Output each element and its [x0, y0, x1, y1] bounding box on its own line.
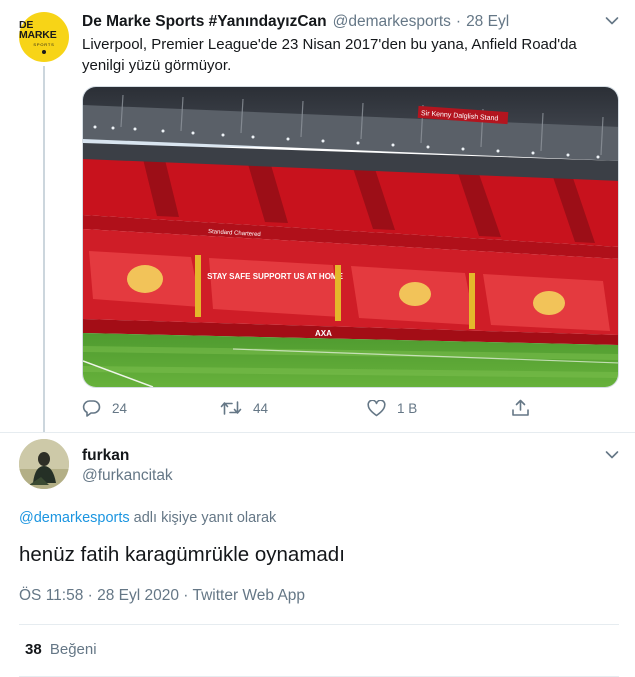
reply-timestamp[interactable]: ÖS 11:58 · 28 Eyl 2020 · Twitter Web App — [19, 587, 305, 605]
share-icon — [511, 399, 541, 417]
replying-to: @demarkesports adlı kişiye yanıt olarak — [19, 510, 276, 526]
retweet-icon — [220, 400, 253, 416]
chevron-down-icon[interactable] — [605, 16, 619, 26]
author-avatar[interactable]: DE MARKE SPORTS — [19, 12, 69, 62]
likes-stat[interactable]: 38 Beğeni — [25, 641, 97, 658]
avatar-logo-text: DE MARKE — [19, 19, 57, 41]
reply-author-name[interactable]: furkan — [82, 447, 129, 465]
tweet-header: De Marke Sports #YanındayızCan @demarkes… — [82, 12, 509, 32]
tweet-text: Liverpool, Premier League'de 23 Nisan 20… — [82, 36, 577, 74]
replying-to-mention[interactable]: @demarkesports — [19, 510, 130, 526]
avatar-logo-dot — [42, 50, 46, 54]
likes-label: Beğeni — [49, 641, 97, 658]
author-name[interactable]: De Marke Sports #YanındayızCan — [82, 13, 327, 31]
banner-text: STAY SAFE SUPPORT US AT HOME — [207, 272, 344, 281]
reply-author-avatar[interactable] — [19, 439, 69, 489]
header-separator: · — [455, 13, 462, 30]
retweet-button[interactable]: 44 — [220, 396, 268, 420]
tweet-actions: 24 44 1 B — [82, 396, 532, 420]
divider — [19, 624, 619, 625]
avatar-logo-subtext: SPORTS — [33, 42, 55, 47]
reply-author-handle[interactable]: @furkancitak — [82, 467, 173, 485]
heart-icon — [367, 399, 397, 417]
author-handle[interactable]: @demarkesports — [333, 13, 451, 31]
parent-tweet[interactable]: DE MARKE SPORTS De Marke Sports #Yanında… — [0, 0, 635, 432]
like-count: 1 B — [397, 400, 418, 416]
reply-text: henüz fatih karagümrükle oynamadı — [19, 543, 345, 566]
tweet-time[interactable]: 28 Eyl — [466, 13, 509, 31]
share-button[interactable] — [511, 396, 541, 420]
like-button[interactable]: 1 B — [367, 396, 417, 420]
reply-count: 24 — [112, 400, 128, 416]
divider — [0, 432, 635, 433]
tweet-media-photo[interactable]: Sir Kenny Dalglish Stand Standard Charte… — [82, 86, 619, 388]
retweet-count: 44 — [253, 400, 269, 416]
replying-to-label: adlı kişiye yanıt olarak — [133, 510, 277, 526]
likes-count: 38 — [25, 641, 42, 658]
reply-button[interactable]: 24 — [82, 396, 127, 420]
sponsor-board-text: AXA — [315, 329, 332, 338]
reply-icon — [82, 399, 112, 417]
thread-line — [43, 66, 45, 432]
chevron-down-icon[interactable] — [605, 450, 619, 460]
